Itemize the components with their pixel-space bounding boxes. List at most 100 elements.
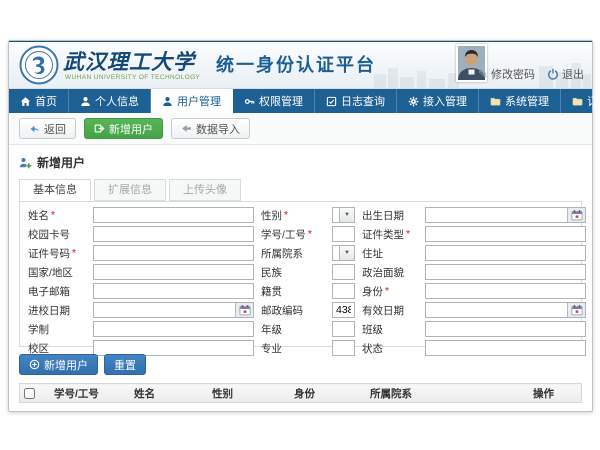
- nav-label: 接入管理: [423, 93, 467, 109]
- nav-label: 权限管理: [259, 93, 303, 109]
- nav-log-query[interactable]: 日志查询: [315, 89, 397, 113]
- student-id-input[interactable]: [332, 226, 355, 242]
- schooling-length-input[interactable]: [93, 321, 254, 337]
- nav-personal-info[interactable]: 个人信息: [69, 89, 151, 113]
- valid-date-input[interactable]: [426, 303, 567, 317]
- calendar-icon[interactable]: [567, 208, 585, 222]
- building-watermark: [372, 66, 467, 88]
- department-select[interactable]: ▼: [332, 245, 355, 261]
- class-input[interactable]: [425, 321, 586, 337]
- folder-icon: [572, 96, 583, 107]
- tab-upload-avatar[interactable]: 上传头像: [169, 179, 241, 201]
- chevron-down-icon[interactable]: ▼: [339, 246, 354, 260]
- reset-button[interactable]: 重置: [104, 354, 146, 375]
- required-asterisk: *: [284, 210, 288, 221]
- add-user-section-icon: [19, 157, 32, 169]
- submit-add-user-button[interactable]: 新增用户: [19, 354, 98, 375]
- col-student-id: 学号/工号: [50, 384, 130, 403]
- add-user-toolbar-button[interactable]: 新增用户: [84, 118, 163, 139]
- change-password-label: 修改密码: [491, 66, 535, 82]
- calendar-icon[interactable]: [567, 303, 585, 317]
- form-actions: 新增用户 重置: [19, 354, 582, 375]
- enroll-date-input[interactable]: [94, 303, 235, 317]
- nav-permission-management[interactable]: 权限管理: [233, 89, 315, 113]
- nav-label: 个人信息: [95, 93, 139, 109]
- field-label: 民族: [261, 265, 325, 280]
- pencil-icon: ✎: [478, 68, 488, 80]
- nav-user-management[interactable]: 用户管理: [151, 89, 233, 113]
- field-label: 校园卡号: [28, 227, 86, 242]
- reset-label: 重置: [114, 357, 136, 373]
- field-label: 电子邮箱: [28, 284, 86, 299]
- identity-input[interactable]: [425, 283, 586, 299]
- nav-home[interactable]: 首页: [9, 89, 69, 113]
- col-operation: 操作: [529, 384, 582, 403]
- political-status-input[interactable]: [425, 264, 586, 280]
- nav-access-management[interactable]: 接入管理: [397, 89, 479, 113]
- field-label: 身份*: [362, 284, 418, 299]
- nav-subscription-management[interactable]: 订阅管理: [561, 89, 600, 113]
- basic-info-panel: 姓名* 性别* ▼ 出生日期 校园卡号 学号/工号* 证件类型* 证件号码* 所…: [19, 201, 582, 347]
- field-label: 进校日期: [28, 303, 86, 318]
- native-place-input[interactable]: [332, 283, 355, 299]
- gear-icon: [408, 96, 419, 107]
- home-icon: [20, 96, 31, 107]
- required-asterisk: *: [308, 229, 312, 240]
- data-import-label: 数据导入: [196, 121, 240, 137]
- toolbar: 返回 新增用户 数据导入: [9, 113, 592, 145]
- tab-extended-info[interactable]: 扩展信息: [94, 179, 166, 201]
- field-label: 所属院系: [261, 246, 325, 261]
- nav-system-management[interactable]: 系统管理: [479, 89, 561, 113]
- field-label: 学号/工号*: [261, 227, 325, 242]
- change-password-link[interactable]: ✎ 修改密码: [478, 66, 535, 82]
- key-icon: [244, 96, 255, 107]
- select-all-checkbox[interactable]: [24, 388, 35, 399]
- add-user-label: 新增用户: [109, 121, 153, 137]
- campus-card-input[interactable]: [93, 226, 254, 242]
- postal-code-input[interactable]: [332, 302, 355, 318]
- plus-circle-icon: [29, 359, 40, 370]
- address-input[interactable]: [425, 245, 586, 261]
- chevron-down-icon[interactable]: ▼: [339, 208, 354, 222]
- country-region-input[interactable]: [93, 264, 254, 280]
- calendar-icon[interactable]: [235, 303, 253, 317]
- import-arrow-icon: [181, 123, 192, 134]
- back-button[interactable]: 返回: [19, 118, 76, 139]
- header: 武汉理工大学 WUHAN UNIVERSITY OF TECHNOLOGY 统一…: [9, 42, 592, 89]
- university-name-en: WUHAN UNIVERSITY OF TECHNOLOGY: [65, 74, 200, 81]
- back-label: 返回: [44, 121, 66, 137]
- field-label: 证件号码*: [28, 246, 86, 261]
- university-logo-icon: [19, 45, 59, 85]
- folder-icon: [490, 96, 501, 107]
- gender-select[interactable]: ▼: [332, 207, 355, 223]
- app-window: 武汉理工大学 WUHAN UNIVERSITY OF TECHNOLOGY 统一…: [8, 40, 593, 412]
- col-identity: 身份: [290, 384, 366, 403]
- users-table: 学号/工号 姓名 性别 身份 所属院系 操作: [19, 383, 582, 418]
- data-import-button[interactable]: 数据导入: [171, 118, 250, 139]
- nav-label: 首页: [35, 93, 57, 109]
- logout-link[interactable]: 退出: [547, 66, 584, 82]
- grade-input[interactable]: [332, 321, 355, 337]
- id-type-input[interactable]: [425, 226, 586, 242]
- field-label: 出生日期: [362, 208, 418, 223]
- ethnicity-input[interactable]: [332, 264, 355, 280]
- nav-label: 系统管理: [505, 93, 549, 109]
- name-input[interactable]: [93, 207, 254, 223]
- tab-basic-info[interactable]: 基本信息: [19, 179, 91, 201]
- field-label: 国家/地区: [28, 265, 86, 280]
- nav-label: 日志查询: [341, 93, 385, 109]
- col-name: 姓名: [130, 384, 208, 403]
- section-header: 新增用户: [19, 154, 582, 171]
- col-department: 所属院系: [366, 384, 529, 403]
- field-label: 年级: [261, 322, 325, 337]
- col-gender: 性别: [208, 384, 290, 403]
- form-tabs: 基本信息 扩展信息 上传头像: [19, 179, 582, 201]
- birth-date-input[interactable]: [426, 208, 567, 222]
- email-input[interactable]: [93, 283, 254, 299]
- field-label: 学制: [28, 322, 86, 337]
- field-label: 姓名*: [28, 208, 86, 223]
- id-number-input[interactable]: [93, 245, 254, 261]
- field-label: 证件类型*: [362, 227, 418, 242]
- log-check-icon: [326, 96, 337, 107]
- field-label: 有效日期: [362, 303, 418, 318]
